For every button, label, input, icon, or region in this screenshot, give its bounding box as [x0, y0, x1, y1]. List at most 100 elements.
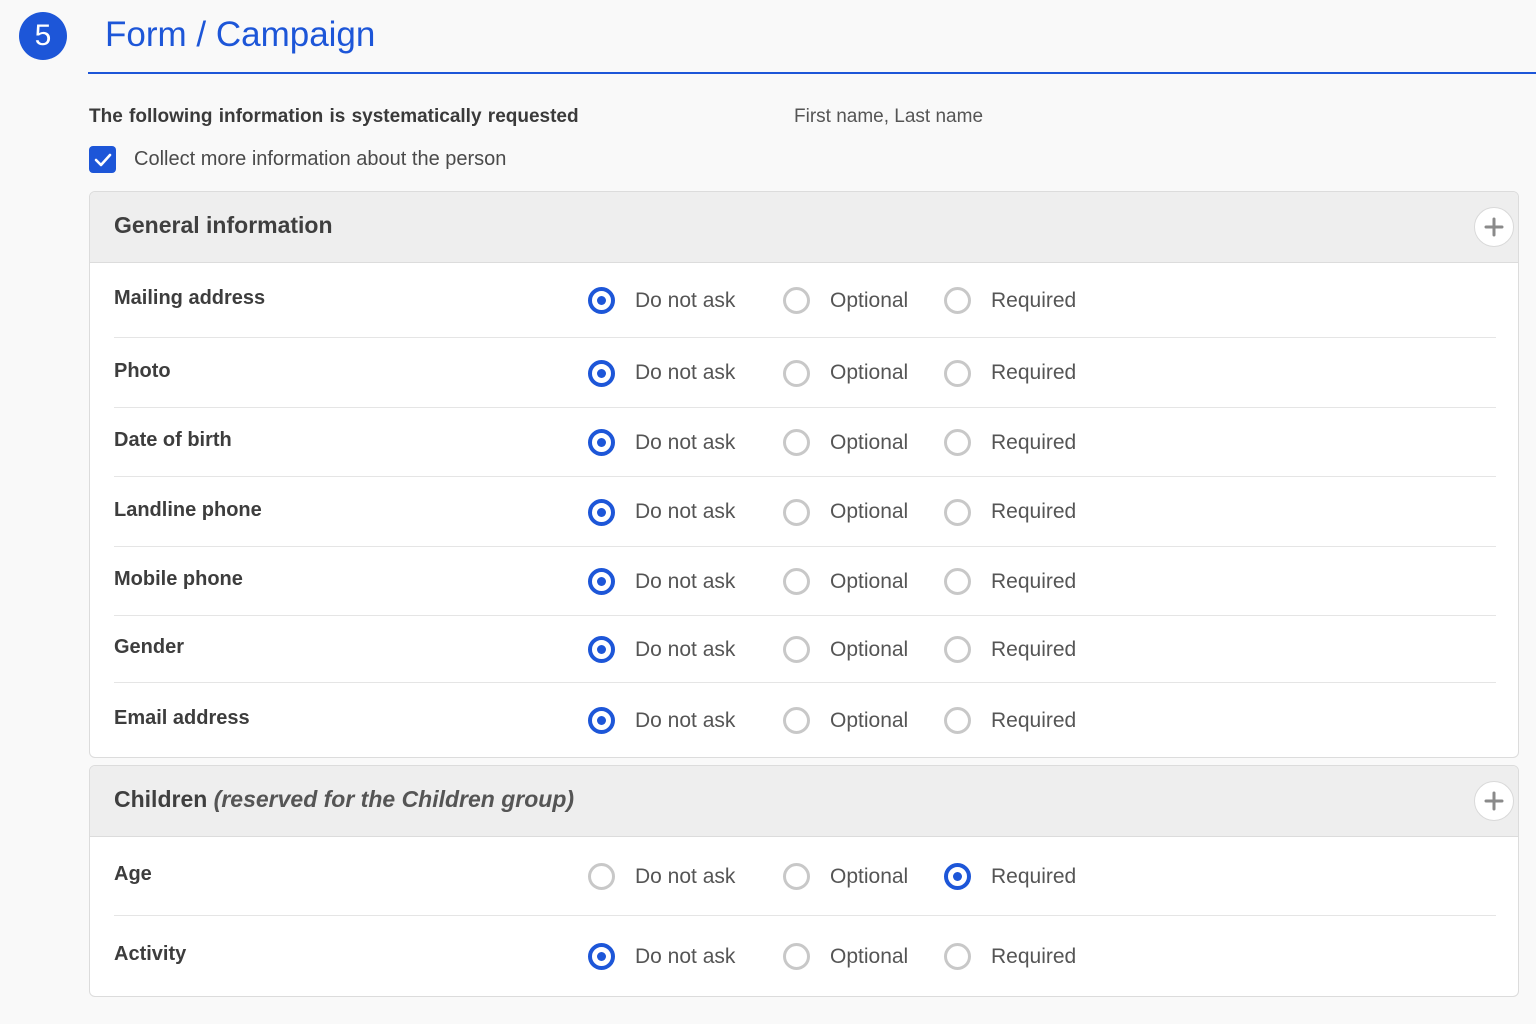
radio-button[interactable]: [783, 636, 810, 663]
collect-more-checkbox[interactable]: [89, 146, 116, 173]
section-subtitle: (reserved for the Children group): [213, 786, 575, 812]
option-label: Do not ask: [635, 500, 736, 523]
radio-button[interactable]: [944, 943, 971, 970]
field-row: Gender Do not ask Optional Required: [114, 616, 1496, 683]
option-label: Required: [991, 637, 1077, 661]
radio-button[interactable]: [588, 287, 615, 314]
radio-button[interactable]: [783, 498, 810, 526]
radio-button[interactable]: [783, 943, 810, 970]
field-row: Mailing address Do not ask Optional Require…: [114, 263, 1496, 338]
option-label: Required: [991, 944, 1077, 968]
radio-button[interactable]: [944, 636, 971, 663]
option-label: Required: [991, 430, 1077, 454]
page-title: Form / Campaign: [105, 15, 376, 54]
option-required[interactable]: Required: [944, 359, 1077, 387]
expand-section-button[interactable]: [1474, 781, 1514, 821]
option-required[interactable]: Required: [944, 568, 1076, 595]
section-rows: Mailing address Do not ask Optional Require…: [90, 263, 1518, 757]
radio-button[interactable]: [944, 429, 971, 456]
field-row: Age Do not ask Optional Required: [114, 837, 1496, 916]
option-optional[interactable]: Optional: [783, 568, 908, 595]
radio-button[interactable]: [783, 359, 810, 387]
option-required[interactable]: Required: [944, 943, 1076, 970]
radio-button[interactable]: [588, 498, 615, 526]
radio-button[interactable]: [783, 429, 810, 456]
field-label: Photo: [114, 359, 171, 382]
option-optional[interactable]: Optional: [783, 498, 909, 526]
radio-button[interactable]: [944, 287, 971, 314]
option-label: Optional: [830, 637, 909, 661]
field-label: Age: [114, 863, 152, 885]
field-row: Photo Do not ask Optional Required: [114, 338, 1496, 408]
option-optional[interactable]: Optional: [783, 359, 909, 387]
option-do-not-ask[interactable]: Do not ask: [588, 359, 735, 387]
section-title-text: General information: [114, 212, 333, 238]
option-label: Do not ask: [635, 864, 736, 888]
option-optional[interactable]: Optional: [783, 943, 908, 970]
option-required[interactable]: Required: [944, 636, 1076, 663]
option-optional[interactable]: Optional: [783, 429, 908, 456]
systematic-info-label: The following information is systematica…: [89, 106, 579, 127]
option-do-not-ask[interactable]: Do not ask: [588, 568, 735, 595]
radio-button[interactable]: [588, 943, 615, 970]
radio-button[interactable]: [944, 863, 971, 890]
field-label: Gender: [114, 636, 185, 658]
section-title: General information: [114, 212, 333, 239]
field-label: Landline phone: [114, 498, 262, 521]
option-required[interactable]: Required: [944, 429, 1076, 456]
radio-button[interactable]: [588, 429, 615, 456]
title-divider: [88, 72, 1536, 74]
section-rows: Age Do not ask Optional Required Activity Do …: [90, 837, 1518, 996]
radio-button[interactable]: [783, 568, 810, 595]
field-label: Mobile phone: [114, 568, 243, 590]
option-do-not-ask[interactable]: Do not ask: [588, 707, 735, 734]
option-label: Do not ask: [635, 569, 736, 593]
option-do-not-ask[interactable]: Do not ask: [588, 498, 736, 526]
option-label: Optional: [830, 864, 909, 888]
plus-icon: [1484, 791, 1504, 811]
section-general-information: General information Mailing address Do no…: [89, 191, 1519, 758]
option-optional[interactable]: Optional: [783, 287, 908, 314]
field-label: Mailing address: [114, 287, 266, 309]
radio-button[interactable]: [944, 498, 971, 526]
option-required[interactable]: Required: [944, 287, 1076, 314]
option-label: Optional: [830, 569, 909, 593]
option-optional[interactable]: Optional: [783, 707, 908, 734]
option-optional[interactable]: Optional: [783, 636, 908, 663]
option-label: Required: [991, 361, 1077, 384]
option-required[interactable]: Required: [944, 863, 1076, 890]
option-label: Required: [991, 288, 1077, 312]
radio-button[interactable]: [944, 568, 971, 595]
option-do-not-ask[interactable]: Do not ask: [588, 863, 735, 890]
option-do-not-ask[interactable]: Do not ask: [588, 429, 735, 456]
collect-more-label: Collect more information about the perso…: [134, 148, 507, 170]
radio-button[interactable]: [588, 636, 615, 663]
option-label: Optional: [830, 500, 909, 523]
option-do-not-ask[interactable]: Do not ask: [588, 636, 735, 663]
option-do-not-ask[interactable]: Do not ask: [588, 287, 735, 314]
collect-more-checkbox-row[interactable]: Collect more information about the perso…: [89, 146, 506, 173]
radio-button[interactable]: [783, 287, 810, 314]
option-optional[interactable]: Optional: [783, 863, 908, 890]
option-required[interactable]: Required: [944, 498, 1076, 526]
radio-button[interactable]: [588, 707, 615, 734]
radio-button[interactable]: [944, 707, 971, 734]
radio-button[interactable]: [783, 863, 810, 890]
option-label: Do not ask: [635, 944, 736, 968]
option-label: Optional: [830, 288, 909, 312]
radio-button[interactable]: [944, 359, 971, 387]
plus-icon: [1484, 217, 1504, 237]
option-label: Optional: [830, 361, 909, 384]
field-row: Date of birth Do not ask Optional Required: [114, 408, 1496, 477]
radio-button[interactable]: [783, 707, 810, 734]
expand-section-button[interactable]: [1474, 207, 1514, 247]
option-do-not-ask[interactable]: Do not ask: [588, 943, 735, 970]
option-label: Do not ask: [635, 288, 736, 312]
radio-button[interactable]: [588, 863, 615, 890]
option-label: Optional: [830, 430, 909, 454]
option-label: Do not ask: [635, 708, 736, 732]
systematic-info-value: First name, Last name: [794, 106, 984, 127]
radio-button[interactable]: [588, 359, 615, 387]
radio-button[interactable]: [588, 568, 615, 595]
option-required[interactable]: Required: [944, 707, 1076, 734]
